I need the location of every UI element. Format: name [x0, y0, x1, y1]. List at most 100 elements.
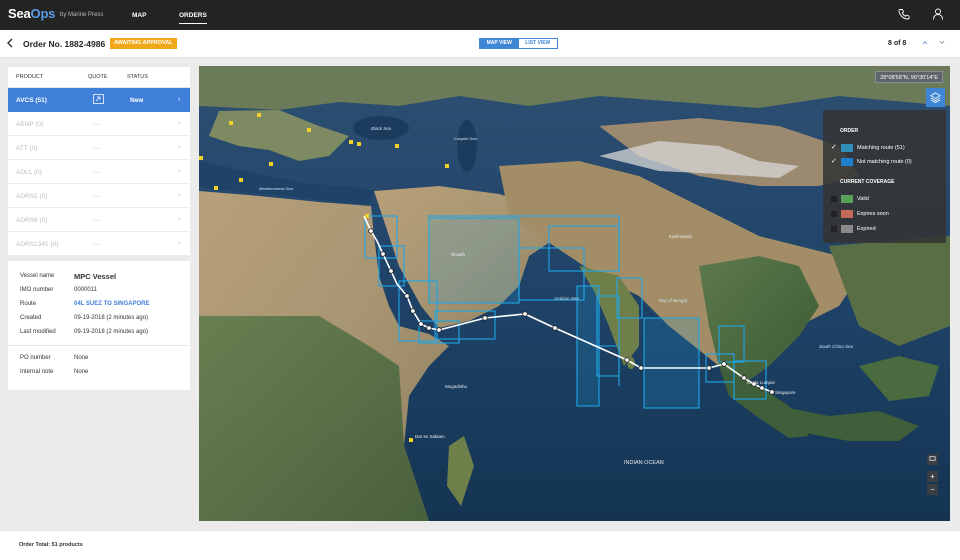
zoom-out-button[interactable]: − — [927, 484, 938, 495]
map-label-bay-of-bengal: Bay of Bengal — [659, 298, 688, 303]
map-label-black-sea: Black Sea — [371, 126, 392, 131]
last-modified-value: 09-19-2018 (2 minutes ago) — [74, 329, 149, 335]
internal-note-label: Internal note — [20, 369, 54, 375]
product-row-adrs6[interactable]: ADRS6 (0) — › — [8, 208, 190, 232]
expires-soon-swatch — [841, 210, 853, 218]
product-quote: — — [93, 217, 100, 224]
po-number-value: None — [74, 355, 89, 361]
nav-map[interactable]: MAP — [132, 12, 146, 19]
order-footer: Order Total: 51 products — [0, 530, 960, 560]
product-row-aenp[interactable]: AENP (0) — › — [8, 112, 190, 136]
zoom-in-button[interactable]: + — [927, 471, 938, 482]
not-matching-swatch — [841, 158, 853, 166]
header-status: STATUS — [127, 74, 148, 80]
order-details-panel: Vessel name MPC Vessel IMO number 000001… — [8, 261, 190, 390]
order-total: Order Total: 51 products — [19, 542, 83, 548]
po-number-label: PO number — [20, 355, 51, 361]
product-panel: PRODUCT QUOTE STATUS AVCS (51) New › AEN… — [8, 67, 190, 255]
map-label-caspian-sea: Caspian Sea — [454, 136, 478, 141]
chevron-right-icon: › — [178, 120, 181, 127]
product-name: ADRS1345 (0) — [16, 241, 59, 248]
map-label-singapore: Singapore — [775, 390, 796, 395]
legend-expired[interactable]: Expired — [831, 225, 943, 235]
product-quote: — — [93, 193, 100, 200]
map-label-mediterranean: Mediterranean Sea — [259, 186, 294, 191]
product-row-adrs1345[interactable]: ADRS1345 (0) — › — [8, 232, 190, 256]
map-label-dar-es-salaam: Dar es Salaam — [415, 434, 445, 439]
legend-order-title: ORDER — [840, 128, 859, 134]
product-name: AVCS (51) — [16, 97, 47, 104]
app-logo[interactable]: SeaOps — [8, 6, 55, 21]
legend-expires-soon-label: Expires soon — [857, 211, 889, 217]
order-title: Order No. 1882-4986 — [23, 39, 106, 49]
map-label-riyadh: Riyadh — [451, 252, 466, 257]
view-toggle: MAP VIEW LIST VIEW — [479, 38, 558, 49]
imo-value: 0000011 — [74, 287, 97, 293]
legend-matching-route[interactable]: ✓ Matching route (51) — [831, 144, 943, 154]
expired-swatch — [841, 225, 853, 233]
list-view-button[interactable]: LIST VIEW — [518, 39, 557, 48]
chevron-right-icon: › — [178, 240, 181, 247]
product-name: ADLL (0) — [16, 169, 42, 176]
coordinate-readout: 28°08'58"N, 90°30'14"E — [875, 71, 943, 83]
product-name: ADRS6 (0) — [16, 217, 48, 224]
product-name: AENP (0) — [16, 121, 44, 128]
chevron-right-icon: › — [178, 216, 181, 223]
route-link[interactable]: 04L SUEZ TO SINGAPORE — [74, 301, 149, 307]
app-byline: by Marine Press — [60, 12, 104, 18]
product-row-avcs[interactable]: AVCS (51) New › — [8, 88, 190, 112]
route-label: Route — [20, 301, 37, 307]
map-label-kuala-lumpur: Kuala Lumpur — [747, 380, 776, 385]
chevron-right-icon: › — [178, 192, 181, 199]
map-label-indian-ocean: INDIAN OCEAN — [624, 460, 664, 466]
legend-valid[interactable]: Valid — [831, 195, 943, 205]
map-label-mogadishu: Mogadishu — [445, 384, 468, 389]
chevron-right-icon: › — [178, 144, 181, 151]
checkmark-icon[interactable]: ✓ — [831, 158, 837, 165]
nav-orders[interactable]: ORDERS — [179, 12, 207, 24]
vessel-name-value: MPC Vessel — [74, 272, 117, 281]
previous-order-icon[interactable] — [922, 40, 928, 47]
legend-expires-soon[interactable]: Expires soon — [831, 210, 943, 220]
product-table-header: PRODUCT QUOTE STATUS — [8, 67, 190, 88]
last-modified-label: Last modified — [20, 329, 56, 335]
chevron-right-icon: › — [178, 168, 181, 175]
checkbox-empty-icon[interactable] — [831, 196, 837, 202]
valid-swatch — [841, 195, 853, 203]
map-label-arabian-sea: Arabian Sea — [553, 296, 579, 301]
quote-document-icon[interactable] — [93, 94, 104, 104]
product-status: New — [130, 97, 144, 104]
product-quote: — — [93, 241, 100, 248]
imo-label: IMO number — [20, 287, 54, 293]
route-map[interactable]: INDIAN OCEAN Arabian Sea Black Sea Caspi… — [199, 66, 950, 521]
map-view-button[interactable]: MAP VIEW — [480, 39, 519, 48]
legend-expired-label: Expired — [857, 226, 876, 232]
top-bar: SeaOps by Marine Press MAP ORDERS — [0, 0, 960, 30]
details-divider — [8, 345, 190, 346]
product-row-adll[interactable]: ADLL (0) — › — [8, 160, 190, 184]
back-arrow-icon[interactable] — [6, 38, 16, 50]
map-label-kathmandu: Kathmandu — [669, 234, 693, 239]
internal-note-value: None — [74, 369, 89, 375]
layers-icon[interactable] — [926, 88, 945, 107]
chevron-right-icon: › — [178, 96, 181, 103]
fullscreen-icon[interactable] — [927, 454, 938, 465]
checkbox-empty-icon[interactable] — [831, 211, 837, 217]
user-icon[interactable] — [930, 6, 946, 22]
vessel-name-label: Vessel name — [20, 273, 55, 279]
created-label: Created — [20, 315, 42, 321]
map-label-south-china-sea: South China Sea — [819, 344, 854, 349]
checkmark-icon[interactable]: ✓ — [831, 144, 837, 151]
next-order-icon[interactable] — [939, 40, 945, 47]
product-quote: — — [93, 121, 100, 128]
product-row-att[interactable]: ATT (0) — › — [8, 136, 190, 160]
phone-icon[interactable] — [896, 6, 912, 22]
product-row-adrs2[interactable]: ADRS2 (0) — › — [8, 184, 190, 208]
created-value: 09-19-2018 (2 minutes ago) — [74, 315, 149, 321]
legend-valid-label: Valid — [857, 196, 869, 202]
product-name: ATT (0) — [16, 145, 38, 152]
legend-not-matching-route[interactable]: ✓ Not matching route (0) — [831, 158, 943, 168]
matching-swatch — [841, 144, 853, 152]
header-quote: QUOTE — [88, 74, 108, 80]
checkbox-empty-icon[interactable] — [831, 226, 837, 232]
